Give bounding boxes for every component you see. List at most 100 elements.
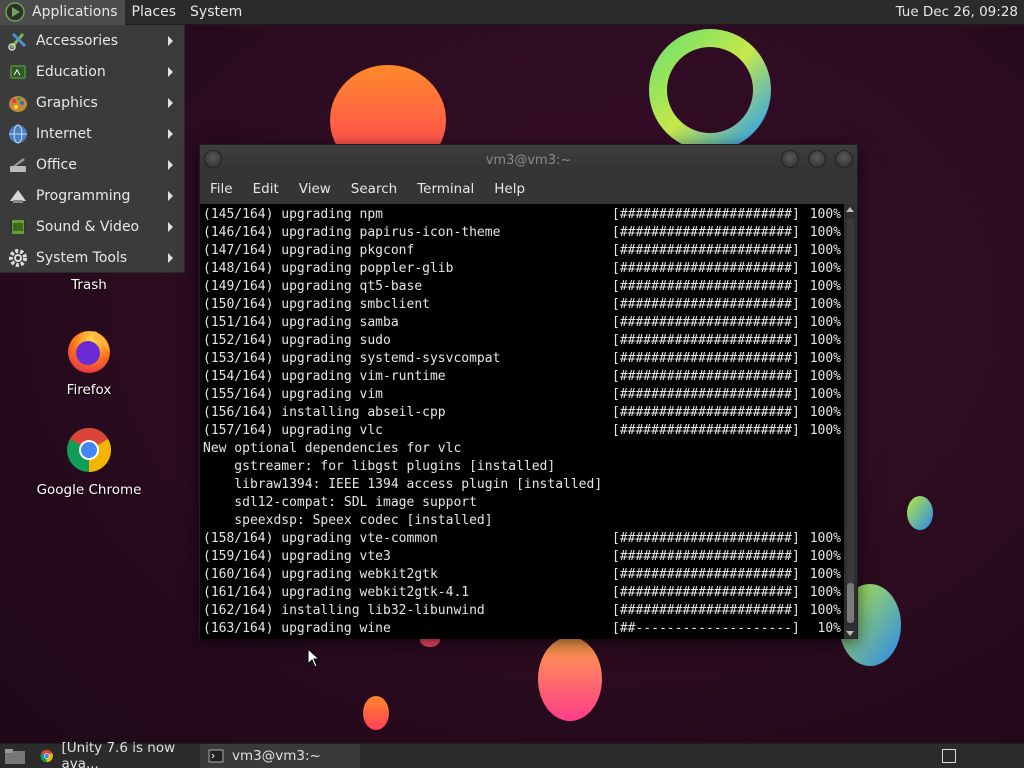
applications-menu-button[interactable]: Applications [0,0,125,25]
scroll-up-arrow-icon[interactable] [846,207,854,212]
terminal-line-text: (161/164) upgrading webkit2gtk-4.1 [203,585,470,600]
terminal-line: (160/164) upgrading webkit2gtk [#########… [203,566,845,584]
menu-terminal[interactable]: Terminal [407,181,484,197]
progress-percent: 100% [809,279,841,294]
menu-item-programming[interactable]: Programming [0,180,184,211]
menu-item-internet[interactable]: Internet [0,118,184,149]
trash-label: Trash [71,277,107,293]
progress-percent: 100% [809,369,841,384]
terminal-line-text: speexdsp: Speex codec [installed] [203,513,493,528]
scrollbar-track[interactable] [847,218,854,623]
progress-bar-text: [######################] [612,315,800,330]
task-chrome-window[interactable]: [Unity 7.6 is now ava... [32,740,200,768]
progress-percent: 10% [817,621,841,636]
progress-percent: 100% [809,351,841,366]
menu-edit[interactable]: Edit [243,181,289,197]
progress-percent: 100% [809,315,841,330]
terminal-titlebar[interactable]: vm3@vm3:~ [200,145,857,175]
menu-item-label: Programming [36,187,131,204]
file-manager-icon [5,749,25,764]
menu-item-sound-video[interactable]: Sound & Video [0,211,184,242]
menu-item-system-tools[interactable]: System Tools [0,242,184,273]
places-menu[interactable]: Places [125,0,184,25]
terminal-line: (159/164) upgrading vte3 [###############… [203,548,845,566]
education-icon [7,61,29,83]
show-desktop-button[interactable] [942,749,956,763]
terminal-icon [208,749,224,763]
progress-bar-text: [######################] [612,351,800,366]
terminal-line-text: (148/164) upgrading poppler-glib [203,261,454,276]
progress-percent: 100% [809,567,841,582]
minimize-button[interactable] [781,150,799,168]
system-menu[interactable]: System [183,0,249,25]
terminal-line: (161/164) upgrading webkit2gtk-4.1 [#####… [203,584,845,602]
clock[interactable]: Tue Dec 26, 09:28 [896,4,1024,20]
chrome-icon [40,749,53,763]
close-button[interactable] [835,150,853,168]
google-chrome-label: Google Chrome [36,482,142,498]
progress-bar-text: [######################] [612,279,800,294]
scroll-down-arrow-icon[interactable] [846,631,854,636]
menu-item-office[interactable]: Office [0,149,184,180]
progress-percent: 100% [809,243,841,258]
menu-item-label: Sound & Video [36,218,140,235]
terminal-line-text: (163/164) upgrading wine [203,621,391,636]
menu-item-education[interactable]: Education [0,56,184,87]
window-menu-button[interactable] [204,150,222,168]
progress-bar-text: [######################] [612,531,800,546]
menu-help[interactable]: Help [484,181,535,197]
maximize-button[interactable] [808,150,826,168]
show-files-button[interactable] [0,744,32,768]
progress-percent: 100% [809,261,841,276]
progress-bar-text: [######################] [612,585,800,600]
menu-view[interactable]: View [289,181,341,197]
terminal-line-text: (150/164) upgrading smbclient [203,297,430,312]
sound-video-icon [7,216,29,238]
office-icon [7,154,29,176]
terminal-line: libraw1394: IEEE 1394 access plugin [ins… [203,476,845,494]
desktop-icon-trash[interactable]: Trash [34,277,144,293]
progress-percent: 100% [809,405,841,420]
firefox-icon [68,331,110,373]
desktop-icon-google-chrome[interactable]: Google Chrome [34,426,144,498]
progress-percent: 100% [809,423,841,438]
menu-search[interactable]: Search [341,181,407,197]
task-label: [Unity 7.6 is now ava... [61,740,176,768]
progress-bar-text: [######################] [612,567,800,582]
terminal-output[interactable]: (145/164) upgrading npm [################… [200,204,845,639]
scrollbar-thumb[interactable] [847,583,854,623]
menu-item-label: Education [36,63,106,80]
terminal-line-text: (159/164) upgrading vte3 [203,549,391,564]
menu-file[interactable]: File [200,181,243,197]
terminal-line: (152/164) upgrading sudo [###############… [203,332,845,350]
progress-bar-text: [######################] [612,603,800,618]
desktop-icon-firefox[interactable]: Firefox [34,326,144,398]
menu-item-label: Office [36,156,77,173]
task-terminal-window[interactable]: vm3@vm3:~ [200,743,360,768]
applications-menu-label: Applications [32,4,118,20]
menu-item-graphics[interactable]: Graphics [0,87,184,118]
progress-percent: 100% [809,549,841,564]
terminal-line-text: (151/164) upgrading samba [203,315,399,330]
terminal-line-text: (153/164) upgrading systemd-sysvcompat [203,351,501,366]
menu-item-accessories[interactable]: Accessories [0,25,184,56]
terminal-line: (156/164) installing abseil-cpp [########… [203,404,845,422]
menu-item-label: Internet [36,125,92,142]
progress-bar-text: [######################] [612,369,800,384]
terminal-line-text: (160/164) upgrading webkit2gtk [203,567,438,582]
submenu-arrow-icon [168,36,173,46]
terminal-window: vm3@vm3:~ File Edit View Search Terminal… [199,144,858,639]
progress-bar-text: [######################] [612,207,800,222]
terminal-scrollbar[interactable] [844,204,857,639]
terminal-line: speexdsp: Speex codec [installed] [203,512,845,530]
terminal-line-text: libraw1394: IEEE 1394 access plugin [ins… [203,477,603,492]
terminal-line: (145/164) upgrading npm [################… [203,206,845,224]
progress-bar-text: [######################] [612,297,800,312]
progress-bar-text: [##--------------------] [612,621,800,636]
terminal-line-text: New optional dependencies for vlc [203,441,462,456]
progress-percent: 100% [809,225,841,240]
progress-percent: 100% [809,297,841,312]
menu-item-label: System Tools [36,249,128,266]
terminal-line: (150/164) upgrading smbclient [##########… [203,296,845,314]
terminal-line: (155/164) upgrading vim [################… [203,386,845,404]
